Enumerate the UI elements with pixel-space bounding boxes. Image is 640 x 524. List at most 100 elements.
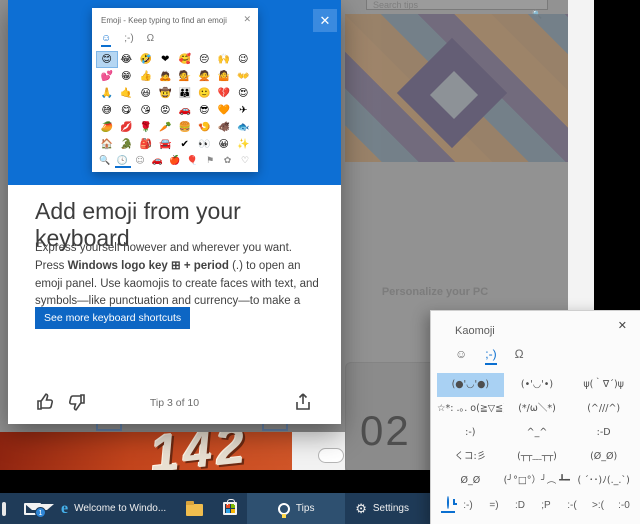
emoji-cell[interactable]: 😡 xyxy=(156,103,176,118)
emoji-cell[interactable]: 🙇 xyxy=(156,69,176,84)
emoji-category-icon[interactable]: ♡ xyxy=(237,156,253,168)
emoji-cell[interactable]: 🐟 xyxy=(234,120,254,135)
taskbar-settings-button[interactable]: ⚙ Settings xyxy=(345,493,419,524)
taskbar-edge-button[interactable]: e Welcome to Windo... xyxy=(51,493,176,524)
emoji-cell[interactable]: 🐊 xyxy=(117,137,137,152)
emoji-cell[interactable]: 😋 xyxy=(117,103,137,118)
emoji-cell[interactable]: ❤ xyxy=(156,52,176,67)
kaomoji-cell[interactable]: (*/ω＼*) xyxy=(504,397,571,421)
kaomoji-cell[interactable]: ( ´･･)ﾉ(._.`) xyxy=(570,469,637,493)
emoji-cell[interactable]: 🌹 xyxy=(136,120,156,135)
emoji-category-icon[interactable]: 🚗 xyxy=(150,156,166,168)
emoji-cell[interactable]: 🍤 xyxy=(195,120,215,135)
kaomoji-category[interactable]: =) xyxy=(481,500,507,511)
emoji-cell[interactable]: 🙌 xyxy=(214,52,234,67)
emoji-cell[interactable]: 👪 xyxy=(175,86,195,101)
emoji-category-icon[interactable]: 🕓 xyxy=(114,156,131,168)
emoji-cell[interactable]: 👍 xyxy=(136,69,156,84)
emoji-cell[interactable]: 🐗 xyxy=(214,120,234,135)
see-more-shortcuts-button[interactable]: See more keyboard shortcuts xyxy=(35,307,191,329)
emoji-cell[interactable]: 👐 xyxy=(234,69,254,84)
emoji-cell[interactable]: 😊 xyxy=(96,51,118,68)
emoji-category-icon[interactable]: ☺ xyxy=(132,156,148,168)
emoji-cell[interactable]: ✈ xyxy=(234,103,254,118)
emoji-category-icon[interactable]: ✿ xyxy=(220,156,236,168)
taskbar-tips-button[interactable]: Tips xyxy=(247,493,346,524)
search-tips-input[interactable]: Search tips 🔍 xyxy=(366,0,548,19)
dialog-close-button[interactable]: ✕ xyxy=(313,9,337,32)
emoji-cell[interactable]: 🤠 xyxy=(156,86,176,101)
kaomoji-tab[interactable]: ;-) xyxy=(485,347,497,365)
emoji-flyout-close-icon[interactable]: ✕ xyxy=(243,14,251,25)
taskbar-partial-icon[interactable] xyxy=(0,493,14,524)
emoji-cell[interactable]: 🚗 xyxy=(175,103,195,118)
kaomoji-category[interactable]: ;P xyxy=(533,500,559,511)
clock-icon xyxy=(447,496,449,509)
kaomoji-cell[interactable]: :-D xyxy=(570,421,637,445)
emoji-cell[interactable]: 😃 xyxy=(136,86,156,101)
kaomoji-category[interactable]: >:( xyxy=(585,500,611,511)
kaomoji-cell[interactable]: くコ:彡 xyxy=(437,445,504,469)
emoji-category-icon[interactable]: 🎈 xyxy=(185,156,201,168)
emoji-cell[interactable]: 😍 xyxy=(234,86,254,101)
emoji-flyout-tab[interactable]: ☺ xyxy=(101,33,112,47)
kaomoji-cell[interactable]: (╯°□°）╯︵ ┻━┻ xyxy=(504,469,571,493)
emoji-cell[interactable]: 😀 xyxy=(214,137,234,152)
kaomoji-category[interactable]: :D xyxy=(507,500,533,511)
emoji-cell[interactable]: 🥕 xyxy=(156,120,176,135)
emoji-cell[interactable]: 💔 xyxy=(214,86,234,101)
emoji-cell[interactable]: 🤣 xyxy=(136,52,156,67)
emoji-cell[interactable]: 😉 xyxy=(234,52,254,67)
emoji-cell[interactable]: 😂 xyxy=(117,52,137,67)
emoji-cell[interactable]: 🚘 xyxy=(156,137,176,152)
emoji-cell[interactable]: 😘 xyxy=(136,103,156,118)
taskbar-store-button[interactable] xyxy=(213,493,247,524)
kaomoji-category[interactable]: :-( xyxy=(559,500,585,511)
emoji-cell[interactable]: 💕 xyxy=(97,69,117,84)
emoji-cell[interactable]: 👀 xyxy=(195,137,215,152)
kaomoji-cell[interactable]: (•'◡'•) xyxy=(504,373,571,397)
emoji-cell[interactable]: ✔ xyxy=(175,137,195,152)
emoji-category-icon[interactable]: 🍎 xyxy=(167,156,183,168)
emoji-cell[interactable]: 🥰 xyxy=(175,52,195,67)
kaomoji-cell[interactable]: ψ(｀∇´)ψ xyxy=(570,373,637,397)
emoji-cell[interactable]: 🧡 xyxy=(214,103,234,118)
emoji-cell[interactable]: 🙏 xyxy=(97,86,117,101)
kaomoji-cell[interactable]: (●'◡'●) xyxy=(437,373,504,397)
emoji-cell[interactable]: 🎒 xyxy=(136,137,156,152)
emoji-category-icon[interactable]: 🔍 xyxy=(97,156,113,168)
kaomoji-cell[interactable]: :-) xyxy=(437,421,504,445)
emoji-cell[interactable]: 😅 xyxy=(97,103,117,118)
kaomoji-tab[interactable]: Ω xyxy=(515,347,524,365)
emoji-cell[interactable]: 🙅 xyxy=(195,69,215,84)
share-icon[interactable] xyxy=(293,392,313,412)
emoji-cell[interactable]: 🤷 xyxy=(214,69,234,84)
kaomoji-category[interactable]: :-) xyxy=(455,500,481,511)
emoji-cell[interactable]: 😎 xyxy=(195,103,215,118)
kaomoji-cell[interactable]: Ø_Ø xyxy=(437,469,504,493)
emoji-flyout-tab[interactable]: ;-) xyxy=(124,33,133,47)
kaomoji-cell[interactable]: (Ø_Ø) xyxy=(570,445,637,469)
kaomoji-category[interactable]: :-0 xyxy=(611,500,637,511)
emoji-cell[interactable]: 💋 xyxy=(117,120,137,135)
kaomoji-tab[interactable]: ☺ xyxy=(455,347,467,365)
emoji-category-icon[interactable]: ⚑ xyxy=(202,156,218,168)
emoji-cell[interactable]: 💁 xyxy=(175,69,195,84)
recent-category-button[interactable] xyxy=(441,496,455,513)
emoji-cell[interactable]: 😁 xyxy=(117,69,137,84)
emoji-cell[interactable]: 😔 xyxy=(195,52,215,67)
kaomoji-cell[interactable]: ^_^ xyxy=(504,421,571,445)
emoji-flyout-tab[interactable]: Ω xyxy=(147,33,154,47)
kaomoji-cell[interactable]: ☆*: .｡. o(≧▽≦)o .｡. :*☆ xyxy=(437,397,504,421)
emoji-cell[interactable]: 🍔 xyxy=(175,120,195,135)
emoji-cell[interactable]: 🙂 xyxy=(195,86,215,101)
taskbar-mail-button[interactable]: 1 xyxy=(14,493,54,524)
kaomoji-close-button[interactable]: ✕ xyxy=(618,319,627,332)
emoji-cell[interactable]: 🏠 xyxy=(97,137,117,152)
emoji-cell[interactable]: ✨ xyxy=(234,137,254,152)
emoji-cell[interactable]: 🤙 xyxy=(117,86,137,101)
kaomoji-cell[interactable]: (┬┬﹏┬┬) xyxy=(504,445,571,469)
kaomoji-cell[interactable]: (^///^) xyxy=(570,397,637,421)
taskbar-file-explorer-button[interactable] xyxy=(176,493,213,524)
emoji-cell[interactable]: 🥭 xyxy=(97,120,117,135)
